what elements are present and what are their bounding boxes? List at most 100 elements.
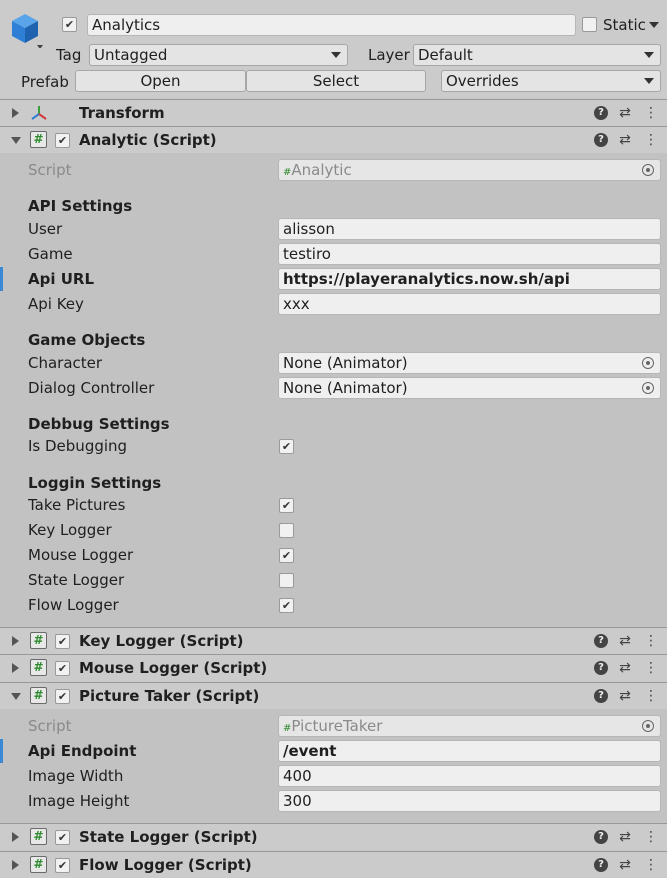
static-dropdown-arrow-icon[interactable] [649, 22, 659, 28]
picture-taker-body: Script #PictureTaker Api Endpoint /event… [0, 709, 667, 823]
layer-dropdown[interactable]: Default [413, 44, 661, 66]
image-width-label: Image Width [28, 767, 124, 785]
api-key-label: Api Key [28, 295, 84, 313]
help-icon[interactable]: ? [594, 858, 608, 872]
component-title: Analytic (Script) [79, 131, 217, 149]
object-picker-icon[interactable] [642, 357, 654, 369]
component-enabled-checkbox[interactable]: ✔ [55, 634, 70, 649]
script-icon: # [30, 687, 47, 704]
state-logger-header[interactable]: # ✔ State Logger (Script) ? ⇄ ⋮ [0, 823, 667, 850]
help-icon[interactable]: ? [594, 830, 608, 844]
component-enabled-checkbox[interactable]: ✔ [55, 858, 70, 873]
image-height-field[interactable]: 300 [278, 790, 661, 812]
game-objects-header: Game Objects [28, 331, 146, 349]
api-key-field[interactable]: xxx [278, 293, 661, 315]
more-options-icon[interactable]: ⋮ [643, 103, 659, 123]
foldout-arrow-icon[interactable] [12, 108, 19, 118]
inspector-header: ✔ Analytics Static Tag Untagged Layer De… [0, 0, 667, 98]
static-checkbox[interactable] [582, 17, 597, 32]
component-title: State Logger (Script) [79, 828, 258, 846]
preset-settings-icon[interactable]: ⇄ [617, 827, 633, 847]
foldout-arrow-icon[interactable] [12, 832, 19, 842]
help-icon[interactable]: ? [594, 133, 608, 147]
preset-settings-icon[interactable]: ⇄ [617, 686, 633, 706]
component-title: Flow Logger (Script) [79, 856, 252, 874]
dialog-controller-value: None (Animator) [283, 379, 408, 397]
is-debugging-checkbox[interactable]: ✔ [279, 439, 294, 454]
active-checkbox[interactable]: ✔ [62, 17, 77, 32]
foldout-arrow-icon[interactable] [11, 693, 21, 700]
foldout-arrow-icon[interactable] [12, 636, 19, 646]
script-field[interactable]: #Analytic [278, 159, 661, 181]
gameobject-cube-icon[interactable] [10, 12, 44, 48]
prefab-open-button[interactable]: Open [75, 70, 246, 92]
mouse-logger-checkbox[interactable]: ✔ [279, 548, 294, 563]
foldout-arrow-icon[interactable] [11, 137, 21, 144]
key-logger-label: Key Logger [28, 521, 112, 539]
game-field[interactable]: testiro [278, 243, 661, 265]
component-enabled-checkbox[interactable]: ✔ [55, 661, 70, 676]
key-logger-checkbox[interactable] [279, 523, 294, 538]
foldout-arrow-icon[interactable] [12, 663, 19, 673]
image-width-field[interactable]: 400 [278, 765, 661, 787]
api-endpoint-field[interactable]: /event [278, 740, 661, 762]
image-height-label: Image Height [28, 792, 130, 810]
game-label: Game [28, 245, 73, 263]
preset-settings-icon[interactable]: ⇄ [617, 631, 633, 651]
tag-label: Tag [56, 46, 82, 64]
overrides-label: Overrides [446, 72, 519, 90]
object-name-field[interactable]: Analytics [87, 14, 576, 36]
take-pictures-checkbox[interactable]: ✔ [279, 498, 294, 513]
preset-settings-icon[interactable]: ⇄ [617, 855, 633, 875]
transform-header[interactable]: Transform ? ⇄ ⋮ [0, 99, 667, 126]
character-field[interactable]: None (Animator) [278, 352, 661, 374]
component-title: Picture Taker (Script) [79, 687, 260, 705]
script-field[interactable]: #PictureTaker [278, 715, 661, 737]
more-options-icon[interactable]: ⋮ [643, 658, 659, 678]
component-enabled-checkbox[interactable]: ✔ [55, 689, 70, 704]
component-enabled-checkbox[interactable]: ✔ [55, 830, 70, 845]
overrides-dropdown[interactable]: Overrides [441, 70, 661, 92]
help-icon[interactable]: ? [594, 106, 608, 120]
help-icon[interactable]: ? [594, 661, 608, 675]
component-enabled-checkbox[interactable]: ✔ [55, 133, 70, 148]
object-picker-icon[interactable] [642, 720, 654, 732]
more-options-icon[interactable]: ⋮ [643, 827, 659, 847]
foldout-arrow-icon[interactable] [12, 860, 19, 870]
layer-label: Layer [368, 46, 410, 64]
picture-taker-header[interactable]: # ✔ Picture Taker (Script) ? ⇄ ⋮ [0, 682, 667, 709]
more-options-icon[interactable]: ⋮ [643, 686, 659, 706]
user-field[interactable]: alisson [278, 218, 661, 240]
script-icon: # [30, 856, 47, 873]
preset-settings-icon[interactable]: ⇄ [617, 658, 633, 678]
component-title: Mouse Logger (Script) [79, 659, 268, 677]
api-settings-header: API Settings [28, 197, 133, 215]
object-picker-icon[interactable] [642, 164, 654, 176]
transform-icon [31, 106, 47, 120]
component-title: Transform [79, 104, 165, 122]
key-logger-header[interactable]: # ✔ Key Logger (Script) ? ⇄ ⋮ [0, 627, 667, 654]
more-options-icon[interactable]: ⋮ [643, 130, 659, 150]
user-label: User [28, 220, 63, 238]
preset-settings-icon[interactable]: ⇄ [617, 103, 633, 123]
api-url-field[interactable]: https://playeranalytics.now.sh/api [278, 268, 661, 290]
is-debugging-label: Is Debugging [28, 437, 128, 455]
dialog-controller-field[interactable]: None (Animator) [278, 377, 661, 399]
loggin-settings-header: Loggin Settings [28, 474, 162, 492]
analytic-header[interactable]: # ✔ Analytic (Script) ? ⇄ ⋮ [0, 126, 667, 153]
more-options-icon[interactable]: ⋮ [643, 855, 659, 875]
state-logger-checkbox[interactable] [279, 573, 294, 588]
more-options-icon[interactable]: ⋮ [643, 631, 659, 651]
mouse-logger-header[interactable]: # ✔ Mouse Logger (Script) ? ⇄ ⋮ [0, 654, 667, 681]
preset-settings-icon[interactable]: ⇄ [617, 130, 633, 150]
script-icon: # [30, 659, 47, 676]
flow-logger-checkbox[interactable]: ✔ [279, 598, 294, 613]
tag-dropdown[interactable]: Untagged [89, 44, 348, 66]
modified-marker [0, 267, 3, 291]
object-picker-icon[interactable] [642, 382, 654, 394]
static-label[interactable]: Static [603, 14, 646, 36]
flow-logger-header[interactable]: # ✔ Flow Logger (Script) ? ⇄ ⋮ [0, 851, 667, 878]
help-icon[interactable]: ? [594, 634, 608, 648]
help-icon[interactable]: ? [594, 689, 608, 703]
prefab-select-button[interactable]: Select [246, 70, 426, 92]
